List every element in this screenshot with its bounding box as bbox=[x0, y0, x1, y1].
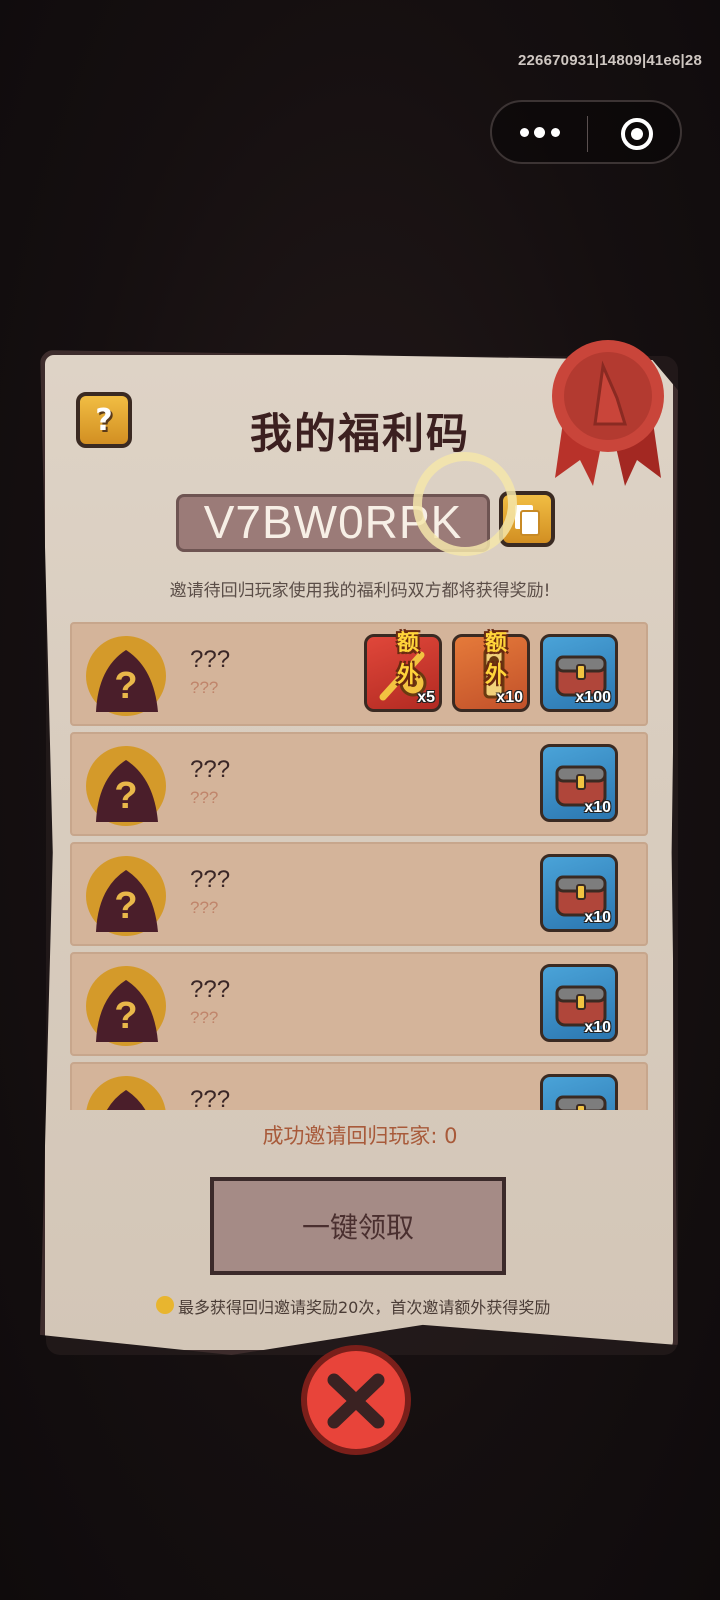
svg-text:?: ? bbox=[114, 1105, 137, 1110]
key-reward-icon[interactable]: 额外 x10 bbox=[452, 631, 530, 712]
unknown-player-avatar: ? bbox=[84, 1074, 168, 1110]
player-name: ??? bbox=[190, 1086, 231, 1110]
chest-reward-icon[interactable]: x10 bbox=[540, 744, 618, 822]
target-close-icon[interactable] bbox=[620, 117, 654, 151]
chest-reward-icon[interactable]: x10 bbox=[540, 1074, 618, 1110]
reward-quantity: x10 bbox=[584, 909, 611, 926]
invite-row: ??????? x10 bbox=[70, 732, 648, 836]
chest-reward-icon[interactable]: x100 bbox=[540, 634, 618, 712]
close-panel-button[interactable] bbox=[300, 1344, 412, 1456]
unknown-player-avatar: ? bbox=[84, 744, 168, 828]
reward-quantity: x10 bbox=[584, 1019, 611, 1036]
invite-row: ??????? x10 bbox=[70, 952, 648, 1056]
invite-row: ??????? 额外 x5 额外 x10 x100 bbox=[70, 622, 648, 726]
claim-all-button[interactable]: 一键领取 bbox=[210, 1177, 506, 1275]
player-status: ??? bbox=[190, 788, 219, 807]
player-status: ??? bbox=[190, 898, 219, 917]
mini-program-capsule bbox=[490, 100, 682, 164]
player-status: ??? bbox=[190, 1008, 219, 1027]
unknown-player-avatar: ? bbox=[84, 634, 168, 718]
unknown-player-avatar: ? bbox=[84, 964, 168, 1048]
player-name: ??? bbox=[190, 976, 231, 1003]
player-status: ??? bbox=[190, 678, 219, 697]
svg-text:?: ? bbox=[114, 995, 137, 1037]
reward-quantity: x5 bbox=[417, 689, 435, 706]
chest-reward-icon[interactable]: x10 bbox=[540, 964, 618, 1042]
unknown-player-avatar: ? bbox=[84, 854, 168, 938]
success-invite-count: 成功邀请回归玩家: 0 bbox=[262, 1124, 458, 1148]
reward-list[interactable]: ??????? 额外 x5 额外 x10 x100??????? x10??????? x10… bbox=[70, 622, 648, 1110]
svg-text:?: ? bbox=[114, 665, 137, 707]
more-dots-icon[interactable] bbox=[520, 120, 560, 144]
reward-quantity: x10 bbox=[584, 799, 611, 816]
extra-badge: 额外 bbox=[485, 631, 508, 688]
capsule-divider bbox=[587, 116, 588, 152]
footnote: 最多获得回归邀请奖励20次，首次邀请额外获得奖励 bbox=[178, 1298, 551, 1317]
claim-all-label: 一键领取 bbox=[301, 1211, 414, 1244]
tap-indicator-ring bbox=[413, 452, 517, 556]
player-name: ??? bbox=[190, 646, 231, 673]
invite-row: ???????x10 bbox=[70, 1062, 648, 1110]
svg-text:?: ? bbox=[114, 775, 137, 817]
player-name: ??? bbox=[190, 756, 231, 783]
reward-quantity: x10 bbox=[496, 689, 523, 706]
panel-title: 我的福利码 bbox=[249, 409, 470, 458]
player-name: ??? bbox=[190, 866, 231, 893]
invite-description: 邀请待回归玩家使用我的福利码双方都将获得奖励! bbox=[169, 581, 551, 601]
fishing-rod-reward-icon[interactable]: 额外 x5 bbox=[364, 631, 442, 712]
svg-text:?: ? bbox=[114, 885, 137, 927]
build-id-label: 226670931|14809|41e6|28 bbox=[517, 52, 702, 69]
chest-reward-icon[interactable]: x10 bbox=[540, 854, 618, 932]
reward-quantity: x100 bbox=[575, 689, 611, 706]
invite-row: ??????? x10 bbox=[70, 842, 648, 946]
extra-badge: 额外 bbox=[397, 631, 420, 688]
